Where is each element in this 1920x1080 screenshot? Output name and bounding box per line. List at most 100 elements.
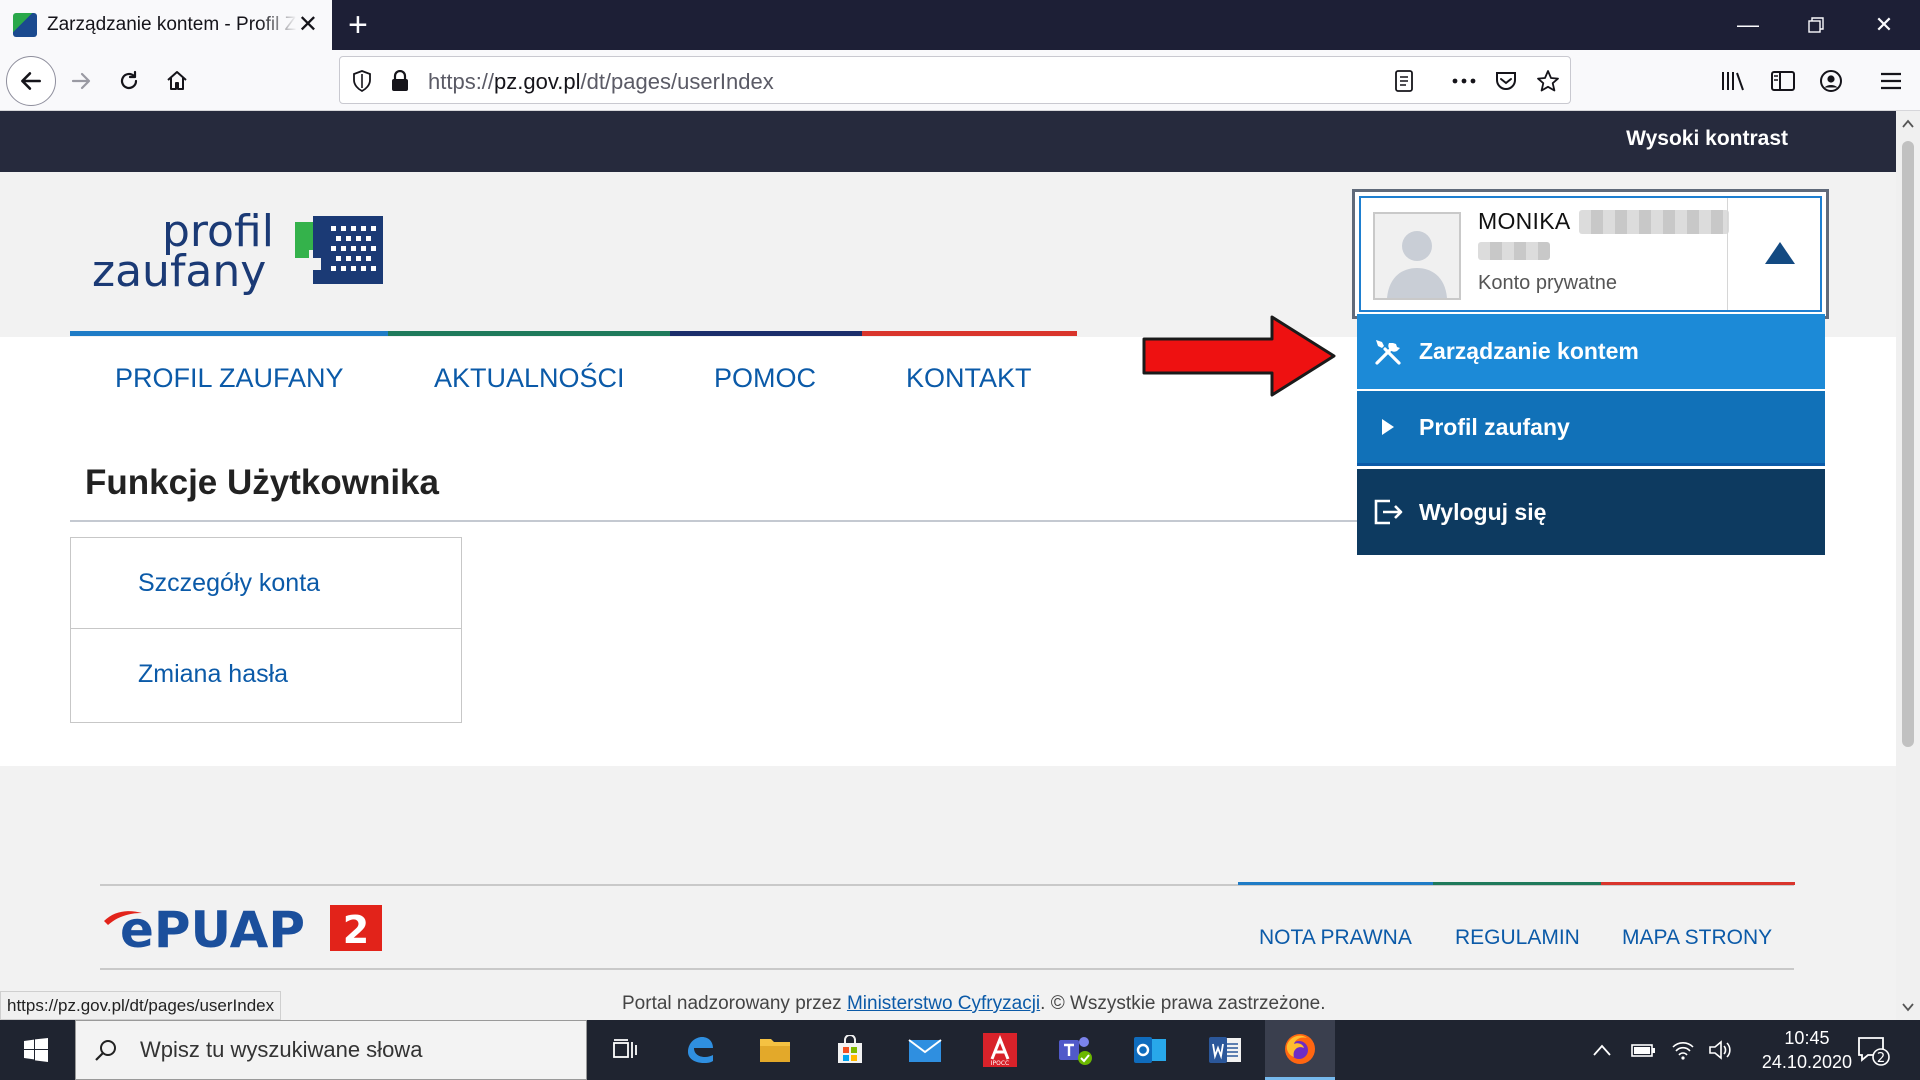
bookmark-star-icon[interactable] [1534, 67, 1562, 95]
back-button[interactable] [6, 56, 56, 106]
mail-icon [908, 1039, 942, 1062]
url-bar[interactable]: https://pz.gov.pl/dt/pages/userIndex [339, 56, 1571, 104]
footer-terms-link[interactable]: REGULAMIN [1455, 926, 1580, 950]
reader-view-icon[interactable] [1390, 67, 1418, 95]
new-tab-icon[interactable]: + [348, 6, 368, 44]
clock-time: 10:45 [1784, 1028, 1830, 1048]
footer-bottom-divider [100, 968, 1794, 970]
url-prefix: https:// [428, 69, 495, 94]
ipocc-app[interactable]: IPOCC [965, 1020, 1035, 1080]
functions-list: Szczegóły konta Zmiana hasła [70, 537, 462, 723]
minimize-icon[interactable]: — [1714, 0, 1782, 50]
file-explorer-app[interactable] [740, 1020, 810, 1080]
firefox-icon [1285, 1033, 1315, 1064]
url-path: /dt/pages/userIndex [580, 69, 774, 94]
dropdown-label-account-management: Zarządzanie kontem [1419, 338, 1639, 364]
play-icon [1357, 417, 1419, 437]
dropdown-logout[interactable]: Wyloguj się [1357, 469, 1825, 555]
taskbar: Wpisz tu wyszukiwane słowa IPOCC 10:45 2… [0, 1020, 1920, 1080]
page-title: Funkcje Użytkownika [85, 463, 439, 502]
menu-line-blue [70, 331, 388, 336]
notification-center[interactable]: 2 [1856, 1020, 1890, 1080]
ministry-link[interactable]: Ministerstwo Cyfryzacji [847, 993, 1040, 1014]
footer-sitemap-link[interactable]: MAPA STRONY [1622, 926, 1772, 950]
footer-line-red [1601, 882, 1795, 885]
restore-icon[interactable] [1782, 0, 1850, 50]
dropdown-profil-zaufany[interactable]: Profil zaufany [1357, 391, 1825, 466]
word-app[interactable] [1190, 1020, 1260, 1080]
profil-zaufany-logo[interactable]: profil zaufany [92, 210, 392, 302]
wifi-icon[interactable] [1670, 1039, 1696, 1061]
red-arrow-icon [1142, 315, 1336, 397]
tab-close-icon[interactable]: ✕ [298, 12, 318, 38]
account-button[interactable] [1808, 58, 1854, 104]
browser-tab[interactable]: Zarządzanie kontem - Profil Zaufany ✕ [0, 0, 332, 50]
page-scrollbar[interactable] [1896, 111, 1920, 1020]
footer-line-green [1433, 882, 1601, 885]
change-password-link[interactable]: Zmiana hasła [71, 629, 461, 720]
clock[interactable]: 10:45 24.10.2020 [1762, 1026, 1852, 1074]
library-icon [1722, 72, 1744, 91]
edge-icon [688, 1037, 713, 1063]
menu-profil-zaufany[interactable]: PROFIL ZAUFANY [115, 363, 344, 394]
pocket-icon[interactable] [1492, 67, 1520, 95]
outlook-app[interactable] [1115, 1020, 1185, 1080]
logo-mark-icon [295, 216, 383, 284]
menu-button[interactable] [1868, 58, 1914, 104]
epuap-number: 2 [343, 908, 369, 952]
logo-line2: zaufany [92, 246, 267, 297]
system-tray [1592, 1020, 1732, 1080]
account-details-link[interactable]: Szczegóły konta [71, 538, 461, 629]
avatar [1373, 212, 1461, 300]
forward-button[interactable] [58, 58, 104, 104]
start-button[interactable] [0, 1020, 72, 1080]
store-app[interactable] [815, 1020, 885, 1080]
url-text[interactable]: https://pz.gov.pl/dt/pages/userIndex [428, 69, 774, 95]
high-contrast-link[interactable]: Wysoki kontrast [1626, 127, 1788, 151]
copyright-text: Portal nadzorowany przez Ministerstwo Cy… [622, 993, 1326, 1015]
redacted-detail [1478, 242, 1550, 260]
close-window-icon[interactable]: ✕ [1850, 0, 1918, 50]
notification-icon: 2 [1858, 1037, 1890, 1066]
windows-icon [24, 1038, 48, 1062]
notification-count: 2 [1877, 1051, 1885, 1066]
ipocc-icon: IPOCC [983, 1033, 1017, 1067]
epuap-logo[interactable]: ePUAP 2 [100, 901, 390, 960]
volume-icon[interactable] [1708, 1039, 1732, 1061]
scrollbar-thumb[interactable] [1902, 141, 1914, 747]
edge-app[interactable] [665, 1020, 735, 1080]
sidebar-icon [1771, 71, 1795, 91]
menu-pomoc[interactable]: POMOC [714, 363, 816, 394]
footer-legal-note-link[interactable]: NOTA PRAWNA [1259, 926, 1412, 950]
teams-app[interactable] [1040, 1020, 1110, 1080]
hamburger-icon [1881, 72, 1901, 90]
menu-line-navy [670, 331, 862, 336]
lock-icon[interactable] [386, 67, 414, 95]
dropdown-account-management[interactable]: Zarządzanie kontem [1357, 314, 1825, 389]
shield-icon[interactable] [348, 67, 376, 95]
reload-button[interactable] [106, 58, 152, 104]
taskbar-search[interactable]: Wpisz tu wyszukiwane słowa [75, 1020, 587, 1080]
menu-kontakt[interactable]: KONTAKT [906, 363, 1032, 394]
site-footer: ePUAP 2 NOTA PRAWNA REGULAMIN MAPA STRON… [0, 766, 1896, 1020]
sidebar-button[interactable] [1760, 58, 1806, 104]
home-button[interactable] [154, 58, 200, 104]
user-panel[interactable]: MONIKA Konto prywatne [1352, 189, 1829, 319]
footer-line-blue [1238, 882, 1433, 885]
menu-aktualnosci[interactable]: AKTUALNOŚCI [434, 363, 625, 394]
firefox-app[interactable] [1265, 1020, 1335, 1080]
url-host: pz.gov.pl [494, 69, 581, 94]
show-hidden-icons-icon[interactable] [1592, 1043, 1612, 1057]
tools-icon [1357, 337, 1419, 367]
task-view-button[interactable] [590, 1020, 660, 1080]
copyright-suffix: . © Wszystkie prawa zastrzeżone. [1040, 993, 1326, 1014]
forward-arrow-icon [71, 72, 91, 90]
mail-app[interactable] [890, 1020, 960, 1080]
more-actions-icon[interactable] [1450, 67, 1478, 95]
collapse-caret-icon[interactable] [1765, 242, 1795, 264]
battery-icon[interactable] [1630, 1041, 1656, 1059]
library-button[interactable] [1711, 58, 1757, 104]
user-panel-inner: MONIKA Konto prywatne [1359, 196, 1822, 312]
logout-icon [1357, 497, 1419, 527]
task-view-icon [613, 1039, 637, 1058]
